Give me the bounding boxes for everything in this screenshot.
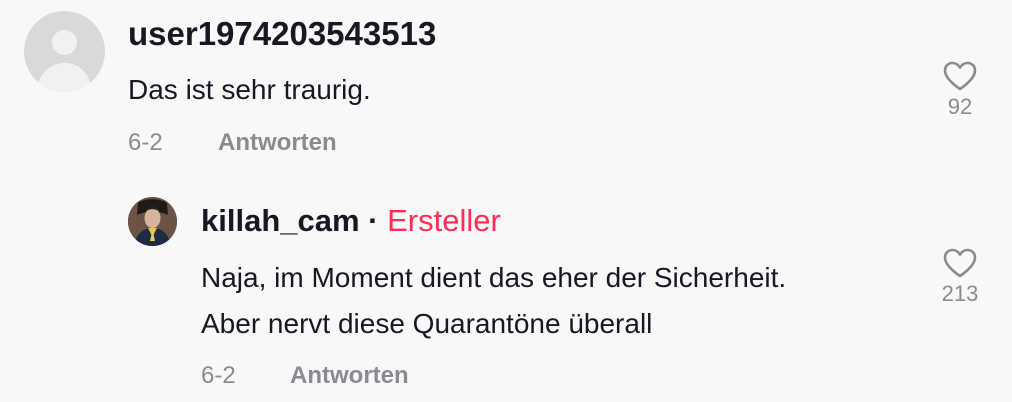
comment-date: 6-2 bbox=[128, 129, 163, 156]
reply-button[interactable]: Antworten bbox=[218, 128, 337, 158]
reply-text-line-2: Aber nervt diese Quarantöne überall bbox=[201, 308, 653, 339]
creator-badge: Ersteller bbox=[387, 203, 501, 238]
reply-username-line: killah_cam · Ersteller bbox=[201, 201, 501, 241]
reply-date: 6-2 bbox=[201, 362, 236, 389]
reply-username[interactable]: killah_cam bbox=[201, 203, 360, 238]
comment-username[interactable]: user1974203543513 bbox=[128, 14, 436, 54]
heart-outline-icon bbox=[943, 248, 977, 278]
profile-photo bbox=[128, 197, 177, 246]
avatar-head-shape bbox=[52, 30, 77, 55]
like-button[interactable]: 213 bbox=[935, 247, 985, 307]
avatar[interactable] bbox=[128, 197, 177, 246]
comment-text: Das ist sehr traurig. bbox=[128, 74, 371, 105]
heart-outline-icon bbox=[943, 61, 977, 91]
reply-button[interactable]: Antworten bbox=[290, 361, 409, 391]
reply-text-line-1: Naja, im Moment dient das eher der Siche… bbox=[201, 262, 787, 293]
avatar-body-shape bbox=[38, 63, 91, 92]
username-separator: · bbox=[368, 203, 379, 238]
like-count: 92 bbox=[947, 94, 973, 119]
avatar[interactable] bbox=[24, 11, 105, 92]
like-count: 213 bbox=[941, 281, 979, 306]
like-button[interactable]: 92 bbox=[935, 60, 985, 120]
